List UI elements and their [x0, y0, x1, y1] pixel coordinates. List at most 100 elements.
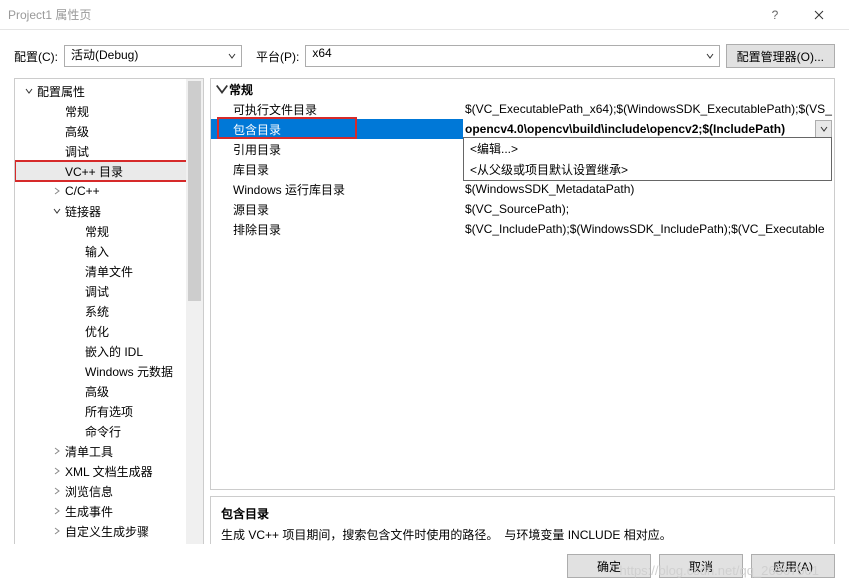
description-text: 生成 VC++ 项目期间，搜索包含文件时使用的路径。 与环境变量 INCLUDE… — [221, 526, 824, 543]
edit-dropdown: <编辑...> <从父级或项目默认设置继承> — [463, 137, 832, 181]
window-title: Project1 属性页 — [8, 6, 753, 23]
tree-item[interactable]: 浏览信息 — [15, 481, 203, 501]
tree-panel: 配置属性常规高级调试VC++ 目录C/C++链接器常规输入清单文件调试系统优化嵌… — [14, 78, 204, 556]
platform-combo[interactable]: x64 — [305, 45, 719, 67]
tree-item[interactable]: 输入 — [15, 241, 203, 261]
tree-item-label: 调试 — [65, 143, 89, 160]
property-row[interactable]: 可执行文件目录$(VC_ExecutablePath_x64);$(Window… — [211, 99, 834, 119]
tree-item[interactable]: XML 文档生成器 — [15, 461, 203, 481]
property-name: 源目录 — [211, 199, 463, 219]
tree-item-label: 高级 — [85, 383, 109, 400]
tree-expander — [51, 487, 63, 495]
tree-item[interactable]: 优化 — [15, 321, 203, 341]
titlebar: Project1 属性页 ? — [0, 0, 849, 30]
tree-item-label: 链接器 — [65, 203, 101, 220]
tree-item[interactable]: Windows 元数据 — [15, 361, 203, 381]
description-title: 包含目录 — [221, 505, 824, 522]
tree-expander — [23, 87, 35, 95]
tree-item[interactable]: 链接器 — [15, 201, 203, 221]
tree-item[interactable]: 清单工具 — [15, 441, 203, 461]
tree-item[interactable]: 常规 — [15, 101, 203, 121]
property-value[interactable]: $(WindowsSDK_MetadataPath) — [463, 179, 834, 199]
chevron-down-icon — [820, 125, 828, 133]
tree-item[interactable]: 命令行 — [15, 421, 203, 441]
tree-item-label: 命令行 — [85, 423, 121, 440]
tree-item-label: VC++ 目录 — [65, 163, 123, 180]
apply-button[interactable]: 应用(A) — [751, 554, 835, 578]
property-name: 包含目录 — [211, 119, 463, 139]
property-row[interactable]: 源目录$(VC_SourcePath); — [211, 199, 834, 219]
property-value[interactable]: $(VC_ExecutablePath_x64);$(WindowsSDK_Ex… — [463, 99, 834, 119]
tree-item[interactable]: 配置属性 — [15, 81, 203, 101]
tree-item[interactable]: 自定义生成步骤 — [15, 521, 203, 541]
tree-item-label: 清单工具 — [65, 443, 113, 460]
tree-item-label: 清单文件 — [85, 263, 133, 280]
tree-item[interactable]: 高级 — [15, 381, 203, 401]
toolbar: 配置(C): 活动(Debug) 平台(P): x64 配置管理器(O)... — [0, 30, 849, 78]
footer: 确定 取消 应用(A) — [0, 544, 849, 588]
tree-item-label: 调试 — [85, 283, 109, 300]
property-dropdown-button[interactable] — [815, 120, 832, 138]
tree-item[interactable]: 高级 — [15, 121, 203, 141]
property-value[interactable]: opencv4.0\opencv\build\include\opencv2;$… — [463, 119, 834, 139]
tree-item-label: 常规 — [65, 103, 89, 120]
property-row[interactable]: Windows 运行库目录$(WindowsSDK_MetadataPath) — [211, 179, 834, 199]
tree-item-label: 常规 — [85, 223, 109, 240]
tree-expander — [51, 207, 63, 215]
tree-item-label: 浏览信息 — [65, 483, 113, 500]
property-name: 引用目录 — [211, 139, 463, 159]
tree-item-label: 高级 — [65, 123, 89, 140]
property-name: 排除目录 — [211, 219, 463, 239]
property-value[interactable]: $(VC_SourcePath); — [463, 199, 834, 219]
tree-item-label: 系统 — [85, 303, 109, 320]
tree-item-label: XML 文档生成器 — [65, 463, 153, 480]
tree-item[interactable]: 常规 — [15, 221, 203, 241]
cancel-button[interactable]: 取消 — [659, 554, 743, 578]
chevron-down-icon — [215, 82, 229, 96]
tree: 配置属性常规高级调试VC++ 目录C/C++链接器常规输入清单文件调试系统优化嵌… — [15, 79, 203, 543]
inherit-option[interactable]: <从父级或项目默认设置继承> — [464, 159, 831, 180]
property-name: 可执行文件目录 — [211, 99, 463, 119]
tree-item[interactable]: 生成事件 — [15, 501, 203, 521]
tree-expander — [51, 447, 63, 455]
tree-expander — [51, 527, 63, 535]
close-button[interactable] — [797, 0, 841, 30]
tree-expander — [51, 507, 63, 515]
platform-value: x64 — [305, 45, 719, 67]
close-icon — [814, 10, 824, 20]
property-row[interactable]: 排除目录$(VC_IncludePath);$(WindowsSDK_Inclu… — [211, 219, 834, 239]
property-name: Windows 运行库目录 — [211, 179, 463, 199]
grid-section-header[interactable]: 常规 — [211, 79, 834, 99]
main: 配置属性常规高级调试VC++ 目录C/C++链接器常规输入清单文件调试系统优化嵌… — [0, 78, 849, 556]
scrollbar-thumb[interactable] — [188, 81, 201, 301]
tree-item-label: 优化 — [85, 323, 109, 340]
tree-item[interactable]: 嵌入的 IDL — [15, 341, 203, 361]
property-value[interactable]: $(VC_IncludePath);$(WindowsSDK_IncludePa… — [463, 219, 834, 239]
property-row[interactable]: 包含目录opencv4.0\opencv\build\include\openc… — [211, 119, 834, 139]
tree-item-label: Windows 元数据 — [85, 363, 173, 380]
config-combo[interactable]: 活动(Debug) — [64, 45, 242, 67]
tree-expander — [51, 187, 63, 195]
tree-item-label: 嵌入的 IDL — [85, 343, 143, 360]
right-panel: 常规 可执行文件目录$(VC_ExecutablePath_x64);$(Win… — [210, 78, 835, 556]
grid-section-title: 常规 — [229, 81, 253, 98]
tree-item[interactable]: 所有选项 — [15, 401, 203, 421]
tree-item[interactable]: 调试 — [15, 281, 203, 301]
edit-option[interactable]: <编辑...> — [464, 138, 831, 159]
config-label: 配置(C): — [14, 48, 58, 65]
tree-expander — [51, 467, 63, 475]
tree-item[interactable]: 系统 — [15, 301, 203, 321]
tree-item-label: 生成事件 — [65, 503, 113, 520]
tree-item[interactable]: 清单文件 — [15, 261, 203, 281]
config-manager-button[interactable]: 配置管理器(O)... — [726, 44, 835, 68]
ok-button[interactable]: 确定 — [567, 554, 651, 578]
tree-scrollbar[interactable] — [186, 79, 203, 555]
property-grid: 常规 可执行文件目录$(VC_ExecutablePath_x64);$(Win… — [210, 78, 835, 490]
tree-item[interactable]: C/C++ — [15, 181, 203, 201]
tree-item[interactable]: VC++ 目录 — [15, 161, 203, 181]
help-button[interactable]: ? — [753, 0, 797, 30]
config-value: 活动(Debug) — [64, 45, 242, 67]
tree-item-label: 所有选项 — [85, 403, 133, 420]
tree-item[interactable]: 调试 — [15, 141, 203, 161]
platform-label: 平台(P): — [256, 48, 299, 65]
